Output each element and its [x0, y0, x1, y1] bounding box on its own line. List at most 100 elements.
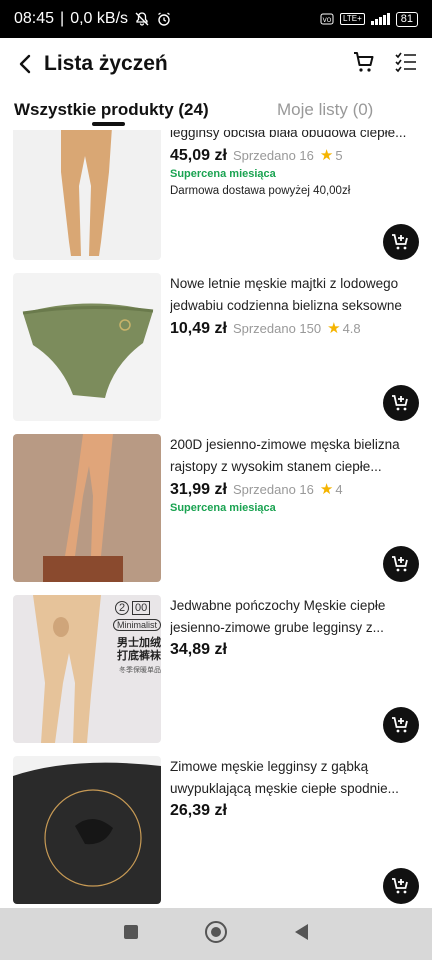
- list-check-icon: [395, 52, 416, 72]
- image-brand: Minimalist: [113, 619, 161, 631]
- recents-icon: [124, 924, 138, 939]
- add-to-cart-icon: [392, 556, 408, 572]
- back-nav-icon: [295, 923, 308, 940]
- back-nav-button[interactable]: [292, 922, 310, 947]
- price-row: 31,99 zł Sprzedano 16 ★ 4: [170, 480, 422, 499]
- promo-badge: Supercena miesiąca: [170, 502, 276, 514]
- star-icon: ★: [319, 481, 334, 498]
- add-to-cart-button[interactable]: [383, 224, 419, 260]
- status-speed: 0,0 kB/s: [70, 10, 129, 27]
- image-text-top2: 00: [132, 601, 151, 615]
- product-title[interactable]: Nowe letnie męskie majtki z lodowego jed…: [170, 273, 422, 317]
- cart-button[interactable]: [352, 50, 376, 79]
- product-title[interactable]: 200D jesienno-zimowe męska bielizna rajs…: [170, 434, 422, 478]
- list-item[interactable]: Zimowe męskie legginsy z gąbką uwypuklaj…: [0, 756, 432, 904]
- briefs-image: [22, 303, 154, 398]
- list-item[interactable]: legginsy obcisła biała obudowa ciepłe...…: [0, 130, 432, 260]
- add-to-cart-button[interactable]: [383, 546, 419, 582]
- app-header: Lista życzeń: [0, 38, 432, 90]
- page-title: Lista życzeń: [44, 52, 168, 75]
- price-row: 45,09 zł Sprzedano 16 ★ 5: [170, 146, 422, 165]
- volte-icon: VO: [320, 13, 334, 25]
- sold-count: Sprzedano 16: [232, 482, 314, 497]
- product-info: Zimowe męskie legginsy z gąbką uwypuklaj…: [170, 756, 422, 820]
- image-text-cn2: 打底裤袜: [117, 650, 161, 662]
- sold-count: Sprzedano 150: [232, 321, 322, 336]
- rating-value: 5: [335, 147, 343, 163]
- status-bar: 08:45 | 0,0 kB/s VO LTE+ 81: [0, 0, 432, 38]
- image-count-label: 2 00: [115, 601, 151, 615]
- product-image[interactable]: [13, 273, 161, 421]
- product-title[interactable]: legginsy obcisła biała obudowa ciepłe...: [170, 130, 422, 144]
- header-actions: [352, 50, 418, 79]
- mute-icon: [135, 12, 149, 26]
- rating: ★ 4: [320, 480, 343, 498]
- tab-bar: Wszystkie produkty (24) Moje listy (0): [0, 90, 432, 130]
- pantyhose-image: [43, 434, 123, 582]
- product-image[interactable]: [13, 756, 161, 904]
- price-row: 26,39 zł: [170, 802, 422, 820]
- product-price: 31,99 zł: [170, 481, 227, 498]
- product-info: Jedwabne pończochy Męskie ciepłe jesienn…: [170, 595, 422, 659]
- status-right: VO LTE+ 81: [320, 11, 418, 27]
- add-to-cart-icon: [392, 717, 408, 733]
- product-image[interactable]: 2 00 Minimalist 男士加绒 打底裤袜 冬季保暖单品: [13, 595, 161, 743]
- image-text-cn3: 冬季保暖单品: [119, 667, 161, 674]
- alarm-icon: [158, 12, 170, 26]
- back-button[interactable]: [14, 53, 36, 75]
- image-text-cn1: 男士加绒: [117, 637, 161, 649]
- rating: ★ 4.8: [327, 319, 361, 337]
- add-to-cart-icon: [392, 234, 408, 250]
- rating-value: 4.8: [342, 320, 361, 336]
- home-icon: [205, 920, 227, 943]
- product-title[interactable]: Jedwabne pończochy Męskie ciepłe jesienn…: [170, 595, 422, 639]
- price-row: 34,89 zł: [170, 641, 422, 659]
- shipping-info: Darmowa dostawa powyżej 40,00zł: [170, 185, 351, 197]
- add-to-cart-button[interactable]: [383, 868, 419, 904]
- system-nav-bar: [0, 908, 432, 960]
- battery-level: 81: [400, 13, 413, 25]
- rating: ★ 5: [320, 146, 343, 164]
- status-left: 08:45 | 0,0 kB/s: [14, 10, 172, 28]
- list-item[interactable]: 200D jesienno-zimowe męska bielizna rajs…: [0, 434, 432, 582]
- add-to-cart-icon: [392, 395, 408, 411]
- network-type: LTE+: [340, 13, 365, 25]
- add-to-cart-button[interactable]: [383, 385, 419, 421]
- dark-leggings-image: [13, 762, 161, 904]
- star-icon: ★: [327, 320, 341, 337]
- promo-badge: Supercena miesiąca: [170, 168, 276, 180]
- sold-count: Sprzedano 16: [232, 148, 314, 163]
- star-icon: ★: [319, 147, 334, 164]
- product-list[interactable]: legginsy obcisła biała obudowa ciepłe...…: [0, 130, 432, 908]
- product-info: 200D jesienno-zimowe męska bielizna rajs…: [170, 434, 422, 514]
- product-price: 45,09 zł: [170, 147, 227, 164]
- recents-button[interactable]: [122, 923, 140, 946]
- tab-all-products[interactable]: Wszystkie produkty (24): [14, 100, 209, 120]
- rating-value: 4: [335, 481, 343, 497]
- cart-icon: [354, 51, 374, 72]
- product-price: 10,49 zł: [170, 320, 227, 337]
- product-title[interactable]: Zimowe męskie legginsy z gąbką uwypuklaj…: [170, 756, 422, 800]
- list-item[interactable]: 2 00 Minimalist 男士加绒 打底裤袜 冬季保暖单品 Jedwabn…: [0, 595, 432, 743]
- image-text-top: 2: [115, 601, 129, 615]
- product-image[interactable]: [13, 434, 161, 582]
- product-info: legginsy obcisła biała obudowa ciepłe...…: [170, 130, 422, 197]
- product-image[interactable]: [13, 130, 161, 260]
- product-price: 26,39 zł: [170, 802, 227, 819]
- signal-icon: [370, 13, 390, 25]
- back-icon: [19, 54, 31, 74]
- home-button[interactable]: [204, 920, 228, 949]
- manage-list-button[interactable]: [394, 50, 418, 79]
- add-to-cart-icon: [392, 878, 408, 894]
- svg-text:VO: VO: [323, 17, 332, 24]
- add-to-cart-button[interactable]: [383, 707, 419, 743]
- product-price: 34,89 zł: [170, 641, 227, 658]
- tights-image: [61, 130, 112, 256]
- tab-my-lists[interactable]: Moje listy (0): [277, 100, 373, 120]
- tab-indicator: [92, 122, 125, 126]
- product-info: Nowe letnie męskie majtki z lodowego jed…: [170, 273, 422, 338]
- status-time: 08:45: [14, 10, 55, 27]
- battery-icon: 81: [395, 11, 418, 27]
- price-row: 10,49 zł Sprzedano 150 ★ 4.8: [170, 319, 422, 338]
- list-item[interactable]: Nowe letnie męskie majtki z lodowego jed…: [0, 273, 432, 421]
